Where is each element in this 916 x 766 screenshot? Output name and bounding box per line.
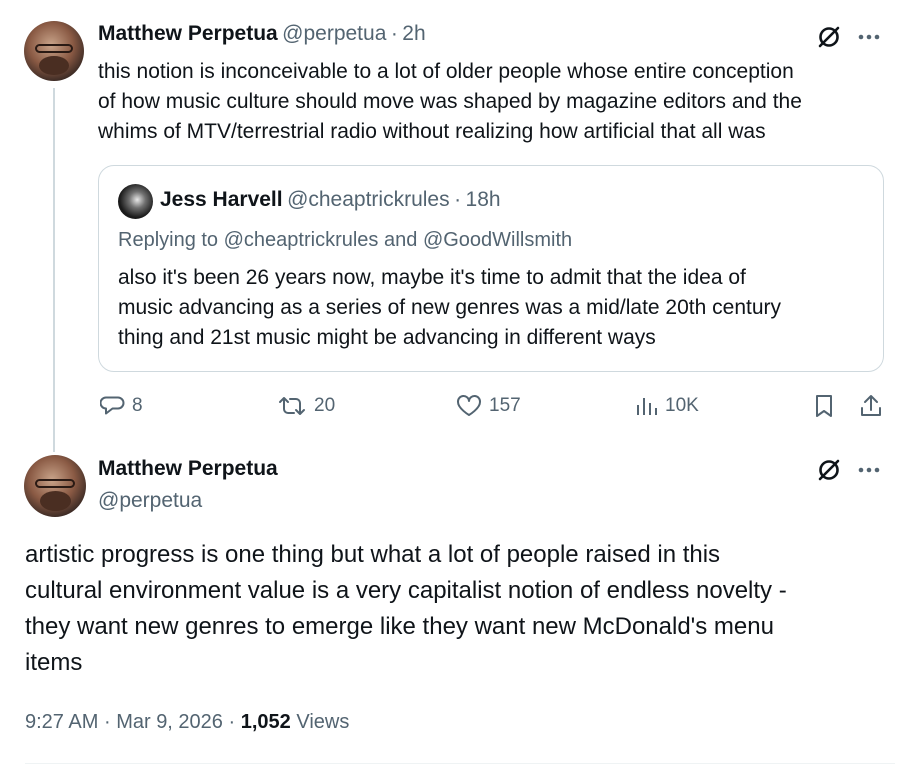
author-handle[interactable]: @perpetua (98, 489, 202, 513)
tweet1-text-line: whims of MTV/terrestrial radio without r… (98, 120, 766, 143)
quote-text-line: music advancing as a series of new genre… (118, 296, 782, 319)
quoted-tweet[interactable]: Jess Harvell @cheaptrickrules · 18h Repl… (98, 165, 884, 372)
quote-header: Jess Harvell @cheaptrickrules · 18h (160, 188, 501, 212)
tweet2-text-line: items (25, 649, 83, 676)
views-count: 10K (665, 395, 699, 416)
views-button[interactable]: 10K (635, 393, 699, 419)
grok-icon[interactable] (816, 457, 842, 483)
quote-author-handle: @cheaptrickrules (287, 188, 450, 211)
replying-to: Replying to @cheaptrickrules and @GoodWi… (118, 229, 572, 252)
author-name[interactable]: Matthew Perpetua (98, 457, 278, 481)
quote-text: also it's been 26 years now, maybe it's … (118, 263, 781, 353)
avatar-glasses (34, 43, 74, 54)
quote-text-line: thing and 21st music might be advancing … (118, 326, 656, 349)
avatar-beard (39, 55, 69, 75)
like-button[interactable]: 157 (455, 393, 521, 419)
avatar[interactable] (24, 21, 84, 81)
replying-user-link[interactable]: @cheaptrickrules (224, 229, 379, 251)
separator: · (390, 22, 398, 45)
separator: · (103, 711, 111, 733)
tweet1-text-line: of how music culture should move was sha… (98, 90, 802, 113)
more-icon[interactable] (856, 461, 882, 479)
separator: · (228, 711, 236, 733)
replying-user-link[interactable]: @GoodWillsmith (423, 229, 572, 251)
tweet1-text: this notion is inconceivable to a lot of… (98, 57, 898, 147)
post-date[interactable]: Mar 9, 2026 (116, 711, 223, 733)
avatar-glasses (35, 478, 75, 489)
like-count: 157 (489, 395, 521, 416)
views-label: Views (296, 711, 350, 733)
tweet2-text: artistic progress is one thing but what … (25, 537, 787, 681)
tweet1-header: Matthew Perpetua @perpetua · 2h (98, 22, 426, 46)
reply-icon (100, 393, 126, 419)
views-icon (635, 393, 659, 419)
tweet1-text-line: this notion is inconceivable to a lot of… (98, 60, 794, 83)
grok-icon[interactable] (816, 24, 842, 50)
timestamp[interactable]: 2h (402, 22, 425, 45)
quote-avatar[interactable] (118, 184, 153, 219)
divider (25, 763, 895, 764)
author-handle[interactable]: @perpetua (282, 22, 386, 45)
tweet2-text-line: artistic progress is one thing but what … (25, 541, 721, 568)
reply-count: 8 (132, 395, 143, 416)
quote-timestamp: 18h (465, 188, 501, 211)
quote-text-line: also it's been 26 years now, maybe it's … (118, 266, 746, 289)
more-icon[interactable] (856, 28, 882, 46)
views-count: 1,052 (240, 711, 291, 733)
thread-line (53, 88, 55, 452)
post-time[interactable]: 9:27 AM (25, 711, 98, 733)
author-name[interactable]: Matthew Perpetua (98, 22, 278, 45)
like-icon (455, 393, 483, 419)
reply-button[interactable]: 8 (100, 393, 143, 419)
repost-count: 20 (314, 395, 336, 416)
separator: · (454, 188, 462, 211)
quote-author-name: Jess Harvell (160, 188, 283, 211)
replying-and: and (384, 229, 418, 251)
avatar[interactable] (24, 455, 86, 517)
tweet-meta: 9:27 AM · Mar 9, 2026 · 1,052 Views (25, 711, 349, 734)
tweet2-text-line: they want new genres to emerge like they… (25, 613, 774, 640)
repost-icon (276, 393, 308, 419)
repost-button[interactable]: 20 (276, 393, 335, 419)
share-icon[interactable] (858, 393, 884, 419)
replying-prefix: Replying to (118, 229, 219, 251)
tweet2-text-line: cultural environment value is a very cap… (25, 577, 787, 604)
avatar-beard (39, 490, 71, 511)
bookmark-icon[interactable] (812, 393, 836, 419)
